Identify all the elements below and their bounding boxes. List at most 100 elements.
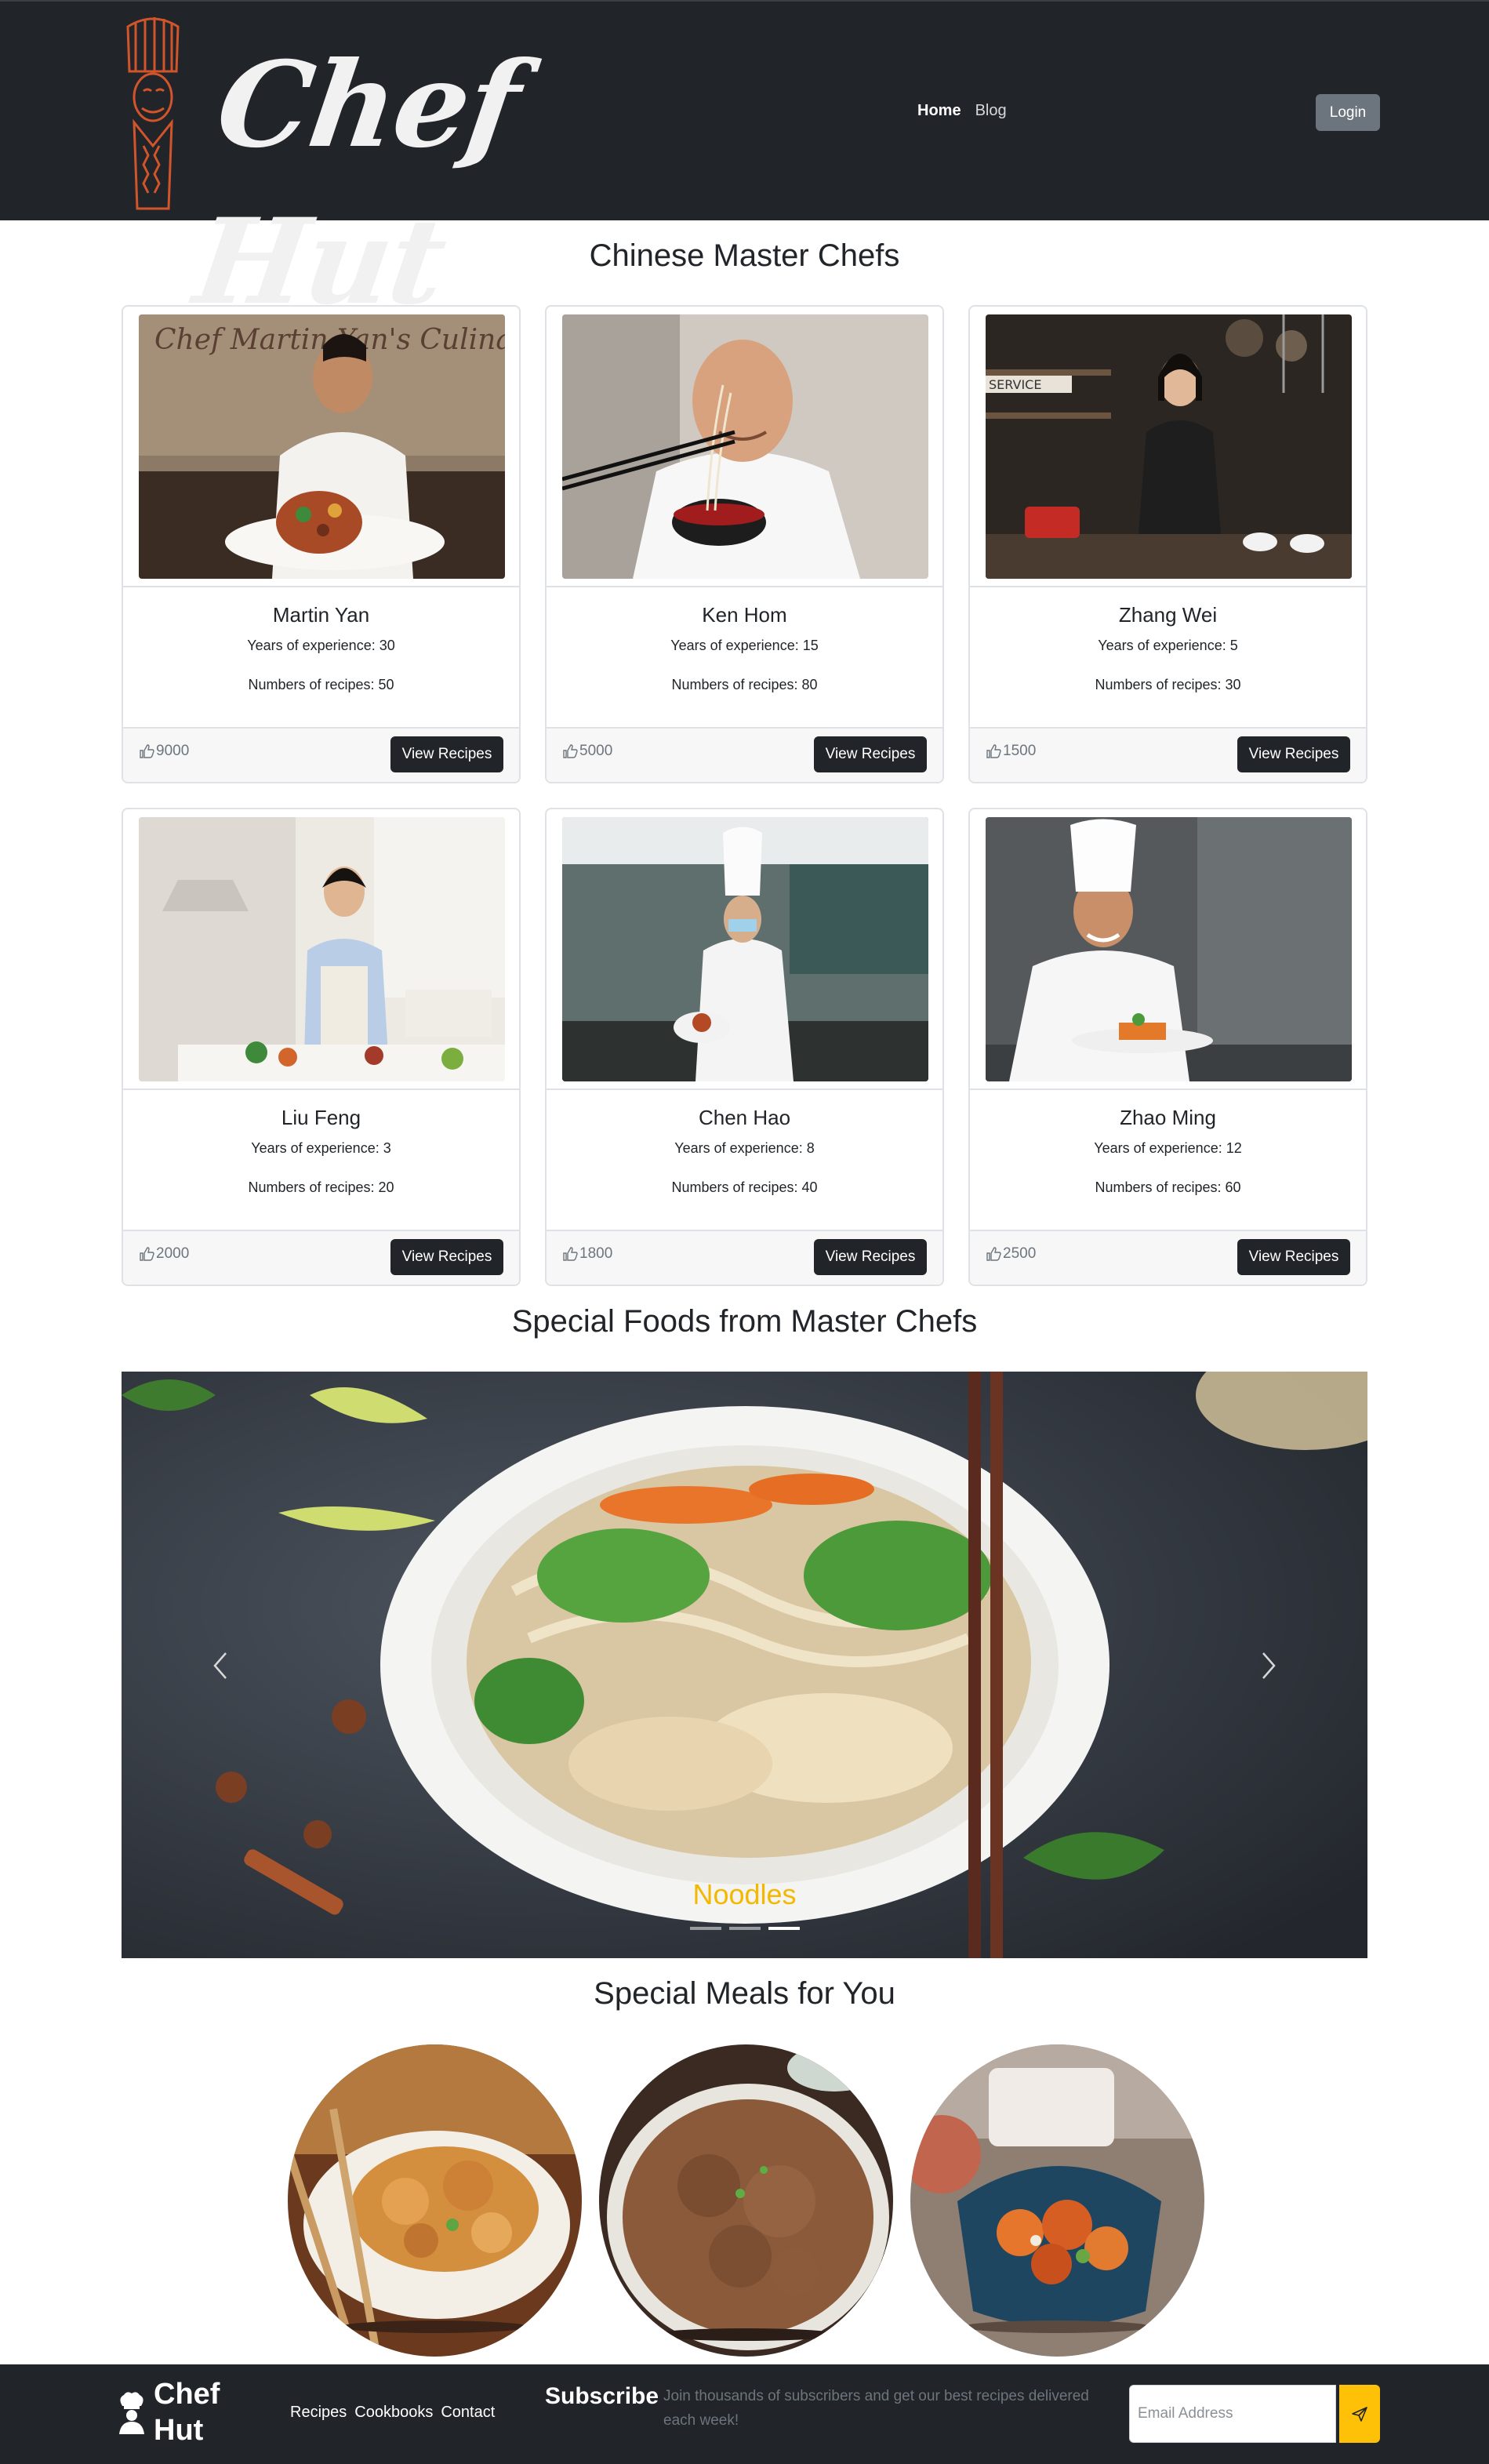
chef-recipes-count: Numbers of recipes: 80 — [671, 677, 818, 692]
view-recipes-button[interactable]: View Recipes — [390, 1239, 503, 1275]
likes-counter[interactable]: 2000 — [139, 1245, 189, 1263]
chef-photo — [986, 817, 1352, 1081]
chef-name: Martin Yan — [272, 603, 370, 627]
card-divider — [547, 1088, 942, 1090]
subscribe-description: Join thousands of subscribers and get ou… — [663, 2388, 1089, 2429]
chef-name: Chen Hao — [698, 1106, 791, 1129]
chef-name: Zhao Ming — [1120, 1106, 1216, 1129]
carousel-indicator[interactable] — [689, 1927, 721, 1930]
thumbs-up-icon — [140, 744, 154, 758]
chef-recipes-count: Numbers of recipes: 60 — [1095, 1179, 1241, 1195]
chef-card: Zhao Ming Years of experience: 12 Number… — [968, 808, 1367, 1286]
food-carousel[interactable]: Noodles — [122, 1372, 1367, 1958]
chef-recipes-count: Numbers of recipes: 30 — [1095, 677, 1241, 692]
chefs-section-title: Chinese Master Chefs — [589, 238, 900, 273]
chef-card: Liu Feng Years of experience: 3 Numbers … — [122, 808, 521, 1286]
card-footer: 1800 View Recipes — [547, 1230, 942, 1285]
login-button[interactable]: Login — [1316, 94, 1380, 131]
brand-logo[interactable]: Chef Hut — [122, 13, 623, 331]
chevron-left-icon — [213, 1652, 227, 1679]
chef-name: Zhang Wei — [1118, 603, 1218, 627]
meal-image[interactable] — [910, 2044, 1204, 2357]
carousel-next-button[interactable] — [1245, 1638, 1292, 1693]
chef-photo — [562, 314, 928, 579]
card-divider — [547, 586, 942, 587]
chef-card: SERVICE Zhang Wei Years of experience: 5… — [968, 305, 1367, 783]
meal-image[interactable] — [288, 2044, 582, 2357]
likes-count: 2000 — [156, 1245, 190, 1262]
likes-count: 2500 — [1003, 1245, 1037, 1262]
foods-section-title: Special Foods from Master Chefs — [511, 1304, 978, 1339]
card-divider — [970, 1088, 1366, 1090]
email-input[interactable] — [1129, 2385, 1336, 2443]
site-footer: Chef Hut Recipes Cookbooks Contact Subsc… — [0, 2364, 1489, 2464]
chef-photo — [139, 817, 505, 1081]
likes-counter[interactable]: 9000 — [139, 743, 189, 760]
footer-brand-line: Hut — [154, 2414, 204, 2447]
likes-counter[interactable]: 1800 — [562, 1245, 612, 1263]
meals-section-title: Special Meals for You — [594, 1976, 895, 2011]
likes-counter[interactable]: 2500 — [986, 1245, 1036, 1263]
chef-experience: Years of experience: 15 — [670, 638, 819, 653]
chef-card: Chef Martin Yan's Culinary Arts Center M… — [122, 305, 521, 783]
carousel-prev-button[interactable] — [197, 1638, 244, 1693]
chef-experience: Years of experience: 12 — [1094, 1140, 1242, 1156]
meal-image[interactable] — [599, 2044, 893, 2357]
chef-name: Liu Feng — [281, 1106, 361, 1129]
chef-recipes-count: Numbers of recipes: 40 — [671, 1179, 818, 1195]
card-footer: 2500 View Recipes — [970, 1230, 1366, 1285]
chef-experience: Years of experience: 30 — [247, 638, 395, 653]
card-footer: 1500 View Recipes — [970, 727, 1366, 782]
likes-counter[interactable]: 5000 — [562, 743, 612, 760]
main-nav: Home Blog — [917, 102, 1007, 120]
chef-photo: SERVICE — [986, 314, 1352, 579]
chef-experience: Years of experience: 3 — [251, 1140, 391, 1156]
carousel-caption: Noodles — [692, 1878, 797, 1910]
carousel-indicator-active[interactable] — [768, 1927, 800, 1930]
subscribe-send-button[interactable] — [1339, 2385, 1380, 2443]
likes-count: 5000 — [579, 743, 613, 759]
card-divider — [123, 1088, 519, 1090]
nav-blog-link[interactable]: Blog — [975, 102, 1007, 120]
chef-recipes-count: Numbers of recipes: 20 — [248, 1179, 394, 1195]
footer-brand-text: Chef Hut — [154, 2376, 220, 2448]
chef-card: Chen Hao Years of experience: 8 Numbers … — [545, 808, 944, 1286]
card-footer: 2000 View Recipes — [123, 1230, 519, 1285]
likes-count: 9000 — [156, 743, 190, 759]
chef-mascot-icon — [126, 17, 180, 210]
chevron-right-icon — [1262, 1652, 1276, 1679]
thumbs-up-icon — [986, 1247, 1001, 1261]
thumbs-up-icon — [563, 1247, 578, 1261]
view-recipes-button[interactable]: View Recipes — [814, 1239, 927, 1275]
chef-photo — [562, 817, 928, 1081]
photo-sign-text: SERVICE — [989, 377, 1041, 392]
nav-home-link[interactable]: Home — [917, 102, 961, 120]
footer-brand[interactable]: Chef Hut — [116, 2376, 220, 2448]
chef-name: Ken Hom — [702, 603, 787, 627]
chef-hat-icon — [119, 2392, 144, 2434]
view-recipes-button[interactable]: View Recipes — [1237, 736, 1350, 772]
thumbs-up-icon — [986, 744, 1001, 758]
chef-experience: Years of experience: 5 — [1098, 638, 1238, 653]
subscribe-title: Subscribe — [545, 2383, 659, 2409]
carousel-indicator[interactable] — [728, 1927, 761, 1930]
view-recipes-button[interactable]: View Recipes — [390, 736, 503, 772]
footer-links: Recipes Cookbooks Contact — [290, 2404, 495, 2422]
carousel-slide-image — [122, 1372, 1367, 1958]
footer-brand-line: Chef — [154, 2378, 220, 2411]
carousel-indicators — [122, 1927, 1367, 1930]
view-recipes-button[interactable]: View Recipes — [1237, 1239, 1350, 1275]
chef-card: Ken Hom Years of experience: 15 Numbers … — [545, 305, 944, 783]
card-divider — [123, 586, 519, 587]
footer-link-recipes[interactable]: Recipes — [290, 2404, 347, 2422]
view-recipes-button[interactable]: View Recipes — [814, 736, 927, 772]
thumbs-up-icon — [140, 1247, 154, 1261]
footer-link-contact[interactable]: Contact — [441, 2404, 495, 2422]
send-icon — [1352, 2407, 1367, 2422]
card-footer: 9000 View Recipes — [123, 727, 519, 782]
top-navbar: Chef Hut Home Blog Login — [0, 0, 1489, 331]
thumbs-up-icon — [563, 744, 578, 758]
card-divider — [970, 586, 1366, 587]
likes-counter[interactable]: 1500 — [986, 743, 1036, 760]
footer-link-cookbooks[interactable]: Cookbooks — [354, 2404, 433, 2422]
